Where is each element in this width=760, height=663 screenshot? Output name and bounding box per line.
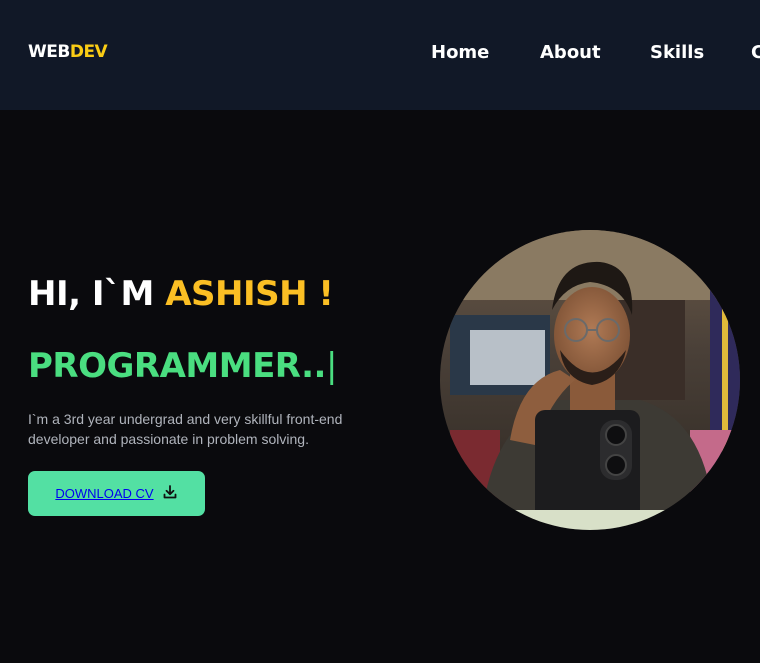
greeting-text: HI, I`M [28,274,166,314]
logo-prefix: WEB [28,42,70,62]
nav-link-about[interactable]: About [540,42,601,63]
hero-role: PROGRAMMER..| [28,346,337,386]
role-text: PROGRAMMER.. [28,346,326,386]
typing-cursor: | [325,346,337,386]
nav-link-contact[interactable]: C [751,42,760,63]
logo-suffix: DEV [69,42,108,62]
profile-photo [440,230,740,530]
site-logo[interactable]: WEBDEV [28,42,108,62]
hero-description: I`m a 3rd year undergrad and very skillf… [28,411,343,447]
download-icon [162,484,178,504]
download-cv-label: DOWNLOAD CV [55,486,154,501]
nav-link-skills[interactable]: Skills [650,42,704,63]
hero-name: ASHISH ! [165,274,334,314]
download-cv-button[interactable]: DOWNLOAD CV [28,471,205,516]
nav-link-home[interactable]: Home [431,42,489,63]
navbar: WEBDEV Home About Skills C [0,0,760,110]
hero-title: HI, I`M ASHISH ! [28,274,334,314]
